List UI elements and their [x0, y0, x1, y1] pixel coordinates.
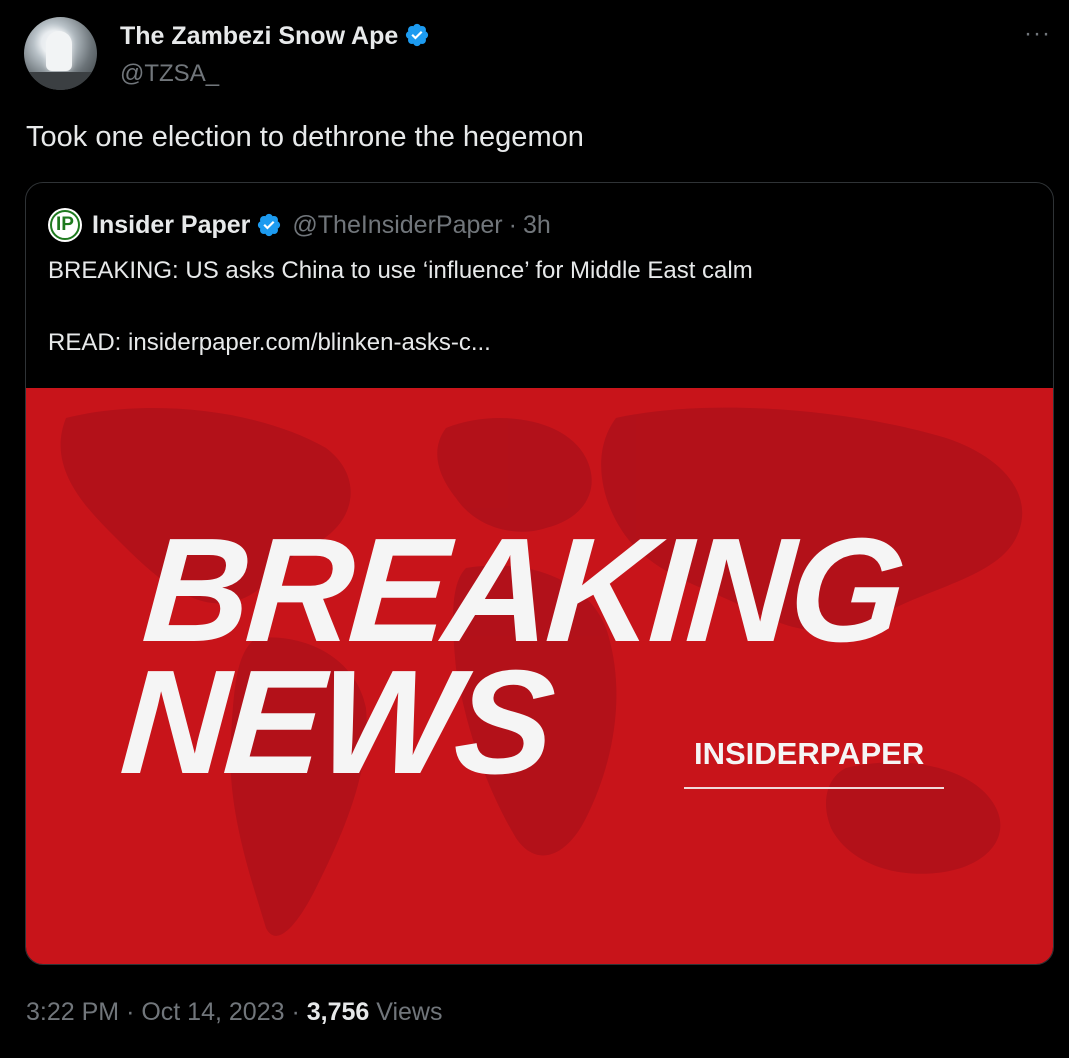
views-label: Views: [376, 998, 443, 1026]
logo-text: IP: [50, 210, 80, 240]
author-handle[interactable]: @TZSA_: [120, 60, 219, 88]
quoted-timestamp[interactable]: 3h: [523, 211, 551, 240]
quoted-tweet-header: IP Insider Paper @TheInsiderPaper · 3h: [48, 207, 551, 243]
verified-badge-icon: [406, 23, 429, 47]
more-options-icon[interactable]: ···: [1024, 20, 1051, 48]
quoted-tweet-card[interactable]: IP Insider Paper @TheInsiderPaper · 3h B…: [25, 182, 1054, 965]
quoted-verified-badge-icon: [258, 213, 281, 237]
tweet-metadata: 3:22 PM · Oct 14, 2023 · 3,756 Views: [26, 998, 443, 1027]
breaking-headline-line2: NEWS: [116, 640, 556, 805]
breaking-news-image[interactable]: BREAKING NEWS INSIDERPAPER: [26, 388, 1053, 964]
insider-paper-logo-icon[interactable]: IP: [48, 208, 82, 242]
author-display-name[interactable]: The Zambezi Snow Ape: [120, 22, 430, 51]
footer-separator: ·: [291, 998, 300, 1026]
snow-ape-figure: [46, 31, 72, 71]
tweet-date[interactable]: Oct 14, 2023: [141, 998, 284, 1026]
tweet-time[interactable]: 3:22 PM: [26, 998, 119, 1026]
views-count: 3,756: [306, 998, 370, 1026]
brand-underline: [684, 787, 944, 789]
quoted-display-name[interactable]: Insider Paper: [92, 211, 250, 240]
tweet-text: Took one election to dethrone the hegemo…: [26, 121, 584, 153]
quoted-handle[interactable]: @TheInsiderPaper: [292, 211, 502, 240]
author-name-text: The Zambezi Snow Ape: [120, 22, 399, 50]
quoted-tweet-link[interactable]: READ: insiderpaper.com/blinken-asks-c...: [48, 327, 491, 359]
quoted-separator: ·: [508, 210, 517, 239]
quoted-tweet-text: BREAKING: US asks China to use ‘influenc…: [48, 257, 753, 284]
author-avatar[interactable]: [24, 17, 97, 90]
media-brand-label: INSIDERPAPER: [694, 736, 925, 771]
avatar-desk: [24, 72, 97, 90]
footer-separator: ·: [126, 998, 135, 1026]
